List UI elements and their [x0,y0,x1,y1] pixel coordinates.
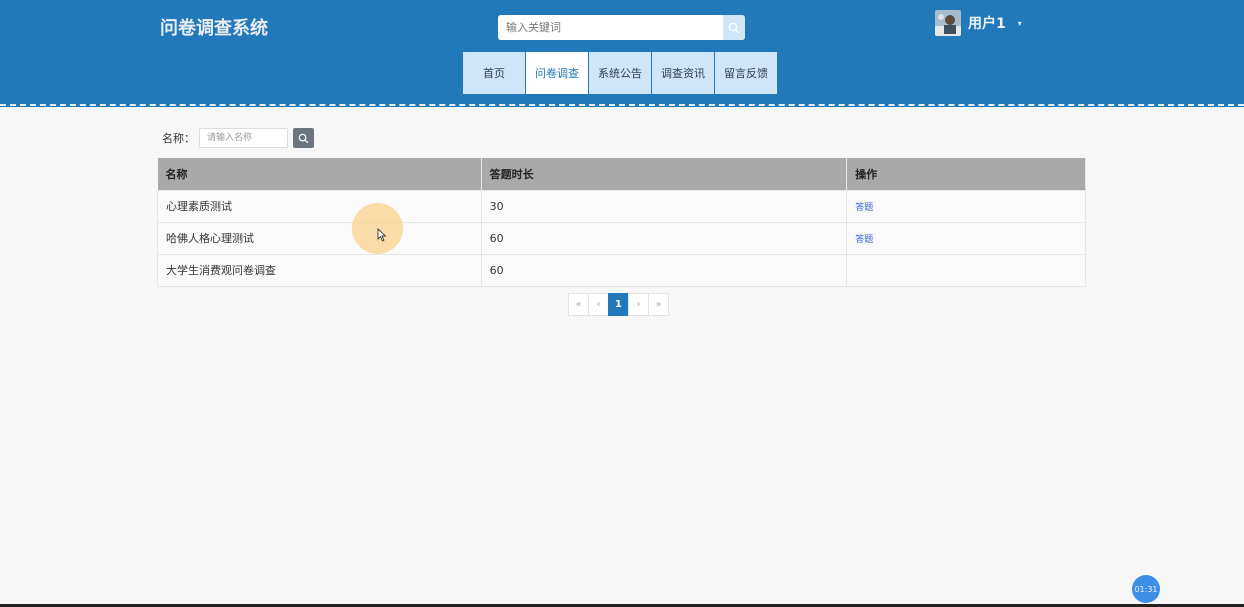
column-header-name: 名称 [157,158,482,190]
table-row: 哈佛人格心理测试 60 答题 [157,221,1086,255]
nav-item-home[interactable]: 首页 [463,52,525,94]
cell-name: 哈佛人格心理测试 [157,221,482,255]
header-search-button[interactable] [723,15,745,40]
cell-duration: 60 [480,253,848,287]
nav-item-survey[interactable]: 问卷调查 [526,52,588,94]
pagination: « ‹ 1 › » [568,293,669,316]
cell-actions: 答题 [846,221,1086,255]
column-header-actions: 操作 [846,158,1086,190]
cell-duration: 60 [480,221,848,255]
filter-label: 名称： [162,132,195,145]
table-row: 心理素质测试 30 答题 [157,189,1086,223]
column-header-duration: 答题时长 [481,158,848,190]
main-nav: 首页 问卷调查 系统公告 调查资讯 留言反馈 [463,52,778,94]
pagination-page-1[interactable]: 1 [608,293,629,316]
user-menu[interactable]: 用户1 ▾ [935,10,1022,36]
header-divider [0,104,1244,106]
avatar [935,10,961,36]
filter-search-button[interactable] [293,128,314,148]
chevron-down-icon: ▾ [1017,18,1022,28]
mouse-cursor-icon [377,228,387,242]
site-title[interactable]: 问卷调查系统 [160,14,268,40]
header-search [498,15,745,40]
table-header-row: 名称 答题时长 操作 [157,158,1086,190]
survey-table: 名称 答题时长 操作 心理素质测试 30 答题 哈佛人格心理测试 60 答题 大… [157,158,1086,287]
answer-link[interactable]: 答题 [855,235,873,245]
name-filter-input[interactable] [199,128,288,148]
nav-item-feedback[interactable]: 留言反馈 [715,52,777,94]
nav-item-news[interactable]: 调查资讯 [652,52,714,94]
cell-actions [846,253,1086,287]
table-row: 大学生消费观问卷调查 60 [157,253,1086,287]
filter-bar: 名称： [162,128,314,148]
search-icon [298,133,309,143]
pagination-prev[interactable]: ‹ [588,293,609,316]
cell-name: 大学生消费观问卷调查 [157,253,482,287]
header-search-input[interactable] [498,15,723,40]
pagination-last[interactable]: » [648,293,669,316]
cell-actions: 答题 [846,189,1086,223]
cell-name: 心理素质测试 [157,189,482,223]
recording-timer: 01:31 [1132,575,1160,603]
search-icon [728,22,740,33]
answer-link[interactable]: 答题 [855,203,873,213]
pagination-first[interactable]: « [568,293,589,316]
pagination-next[interactable]: › [628,293,649,316]
cell-duration: 30 [480,189,848,223]
nav-item-announcements[interactable]: 系统公告 [589,52,651,94]
username: 用户1 [968,16,1006,32]
